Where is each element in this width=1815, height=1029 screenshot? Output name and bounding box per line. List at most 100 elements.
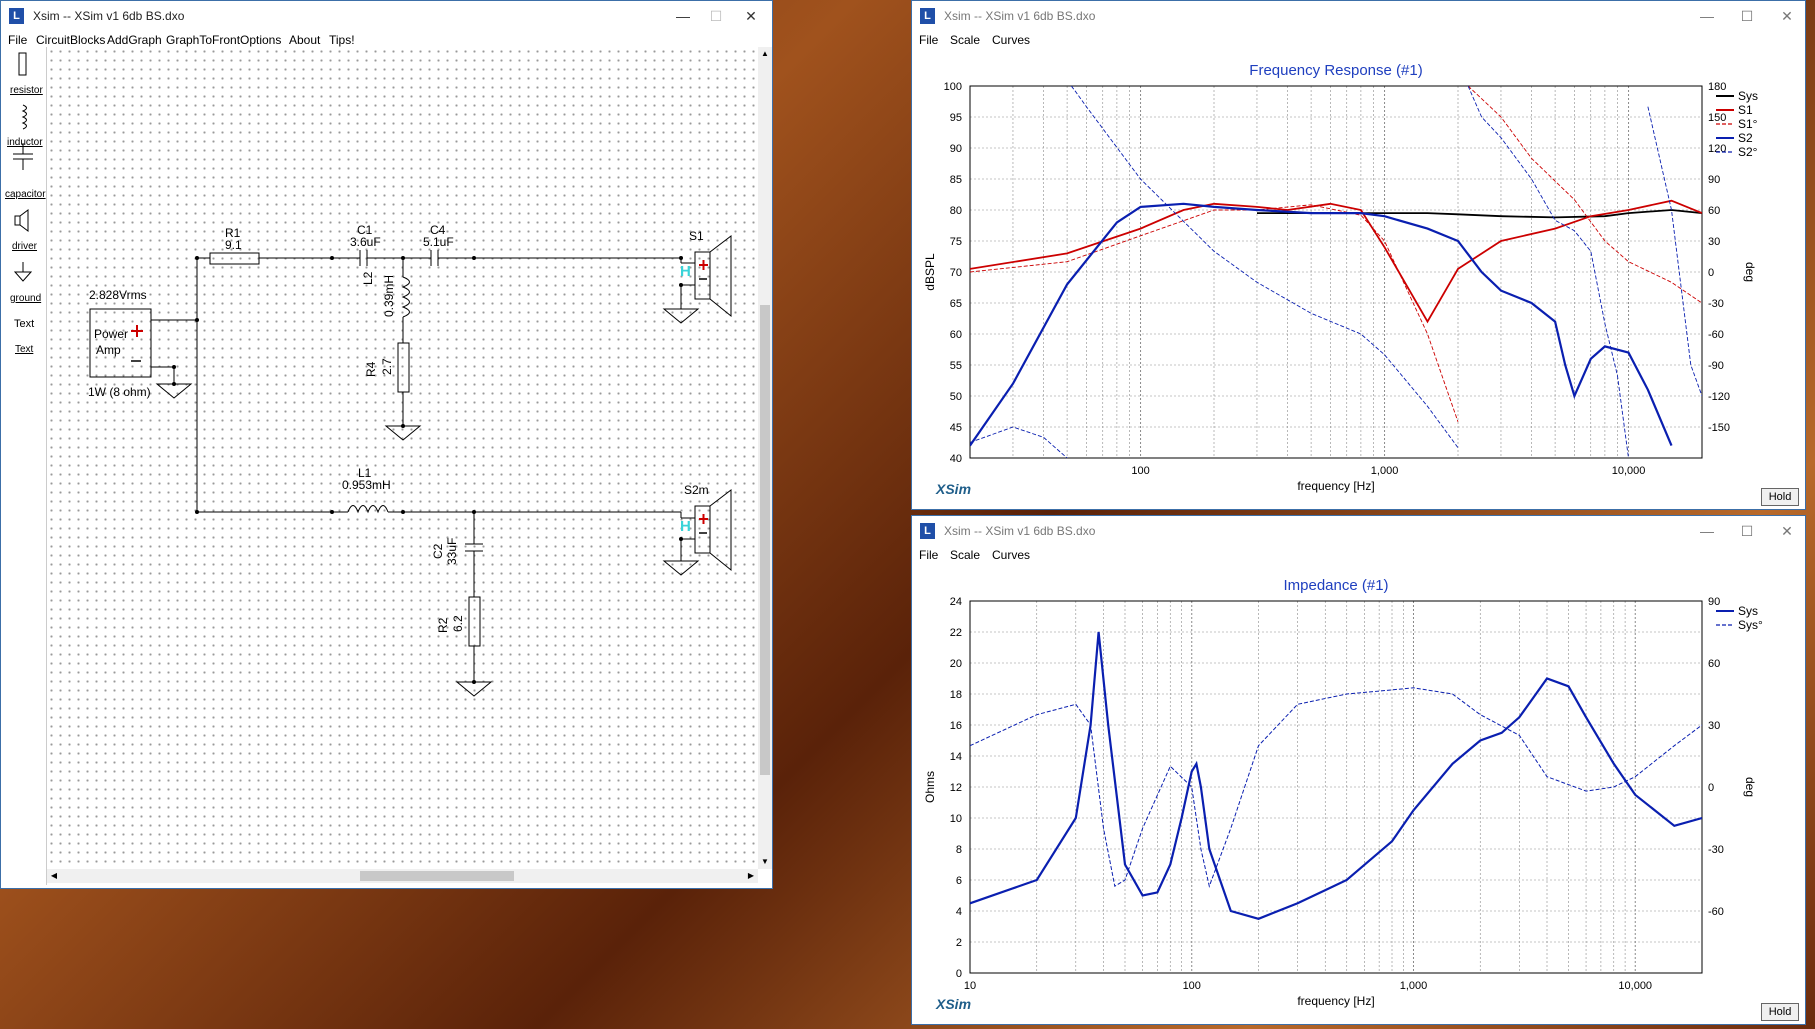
amp-label-power: Power [94,327,129,341]
menu-curves[interactable]: Curves [992,548,1030,562]
horizontal-scroll-thumb[interactable] [360,871,514,881]
palette-text-underlined[interactable]: Text [15,344,33,355]
schematic-titlebar[interactable]: L Xsim -- XSim v1 6db BS.dxo — ☐ ✕ [1,1,772,31]
x-tick-label: 1,000 [1400,980,1428,992]
inductor-icon[interactable] [21,104,27,130]
palette-driver[interactable]: driver [12,241,37,252]
legend-label: Sys [1738,604,1758,618]
palette-text[interactable]: Text [14,318,34,330]
close-button[interactable]: ✕ [1770,5,1804,27]
y-tick-label: 45 [950,422,962,434]
l2-inductor[interactable] [401,276,410,318]
ground-icon[interactable] [13,262,33,282]
hold-button[interactable]: Hold [1761,1003,1799,1021]
menu-options[interactable]: Options [240,33,281,47]
driver-s2m[interactable] [694,488,732,572]
y2-tick-label: -90 [1708,360,1724,372]
menu-scale[interactable]: Scale [950,548,980,562]
frequency-response-chart[interactable]: 100 95 90 85 80 75 70 65 60 55 50 45 40 180 150 120 90 60… [912,53,1802,508]
x-tick-label: 10,000 [1612,465,1646,477]
imp-titlebar[interactable]: L Xsim -- XSim v1 6db BS.dxo — ☐ ✕ [912,516,1805,546]
r1-resistor[interactable] [209,252,260,265]
r2-resistor[interactable] [468,596,481,647]
maximize-button[interactable]: ☐ [1730,520,1764,542]
schematic-canvas[interactable]: 2.828Vrms Power Amp 1W (8 ohm) R1 9.1 C1… [47,47,758,869]
legend-label: S1° [1738,117,1758,131]
y-axis-label: Ohms [923,771,937,803]
menu-tips[interactable]: Tips! [329,33,355,47]
y2-tick-label: -60 [1708,906,1724,918]
amp-power-label: 1W (8 ohm) [88,385,151,399]
y-tick-label: 18 [950,689,962,701]
scroll-right-arrow[interactable]: ▶ [744,869,758,883]
close-button[interactable]: ✕ [734,5,768,27]
menu-circuitblocks[interactable]: CircuitBlocks [36,33,105,47]
plot-area [970,631,1702,920]
app-icon: L [920,8,935,24]
legend-label: S2 [1738,131,1753,145]
y2-tick-label: 90 [1708,596,1720,608]
impedance-chart[interactable]: 2422201816141210864209060300-30-6010 100 1… [912,568,1802,1023]
r4-value: 2.7 [380,358,394,375]
ground-symbol-2 [662,308,700,324]
palette-ground[interactable]: ground [10,293,41,304]
y-tick-label: 12 [950,782,962,794]
close-button[interactable]: ✕ [1770,520,1804,542]
c2-capacitor[interactable] [465,543,483,552]
y-tick-label: 0 [956,968,962,980]
y-tick-label: 95 [950,112,962,124]
menu-addgraph[interactable]: AddGraph [107,33,162,47]
resistor-icon[interactable] [18,52,27,76]
fr-titlebar[interactable]: L Xsim -- XSim v1 6db BS.dxo — ☐ ✕ [912,1,1805,31]
hold-button[interactable]: Hold [1761,488,1799,506]
menu-about[interactable]: About [289,33,320,47]
y2-tick-label: 120 [1708,143,1726,155]
x-tick-label: 100 [1183,980,1201,992]
driver-icon[interactable] [14,209,29,232]
scroll-down-arrow[interactable]: ▼ [758,855,772,869]
y2-tick-label: 180 [1708,81,1726,93]
y-tick-label: 16 [950,720,962,732]
palette-inductor[interactable]: inductor [7,137,43,148]
minimize-button[interactable]: — [1690,520,1724,542]
horizontal-scrollbar[interactable]: ◀ ▶ [47,869,758,883]
vertical-scrollbar[interactable]: ▲ ▼ [758,47,772,869]
x-tick-label: 1,000 [1371,465,1399,477]
xsim-brand: XSim [936,481,972,497]
c1-capacitor[interactable] [359,250,368,266]
menu-curves[interactable]: Curves [992,33,1030,47]
maximize-button[interactable]: ☐ [699,5,733,27]
palette-resistor[interactable]: resistor [10,85,43,96]
l1-inductor[interactable] [347,505,389,514]
frequency-response-window: L Xsim -- XSim v1 6db BS.dxo — ☐ ✕ File … [911,0,1806,510]
c2-value: 33uF [445,537,459,565]
minimize-button[interactable]: — [666,5,700,27]
scroll-left-arrow[interactable]: ◀ [47,869,61,883]
r4-name: R4 [364,361,378,377]
l1-value: 0.953mH [342,478,391,492]
imp-menu-bar: File Scale Curves [912,546,1805,566]
menu-graphtofront[interactable]: GraphToFront [166,33,240,47]
menu-scale[interactable]: Scale [950,33,980,47]
driver-s1[interactable] [694,234,732,318]
c4-value: 5.1uF [423,235,454,249]
c4-capacitor[interactable] [430,250,439,266]
minimize-button[interactable]: — [1690,5,1724,27]
amp-voltage-label: 2.828Vrms [89,288,147,302]
menu-file[interactable]: File [919,33,938,47]
menu-file[interactable]: File [8,33,27,47]
y-tick-label: 10 [950,813,962,825]
y2-tick-label: -30 [1708,298,1724,310]
fr-menu-bar: File Scale Curves [912,31,1805,51]
r4-resistor[interactable] [397,342,410,393]
vertical-scroll-thumb[interactable] [760,305,770,775]
window-title: Xsim -- XSim v1 6db BS.dxo [33,9,185,23]
y2-axis-label: deg [1743,777,1757,797]
menu-file[interactable]: File [919,548,938,562]
maximize-button[interactable]: ☐ [1730,5,1764,27]
y-tick-label: 55 [950,360,962,372]
palette-capacitor[interactable]: capacitor [5,189,46,200]
series-line-sys [970,631,1702,920]
x-axis-label: frequency [Hz] [1297,994,1374,1008]
scroll-up-arrow[interactable]: ▲ [758,47,772,61]
